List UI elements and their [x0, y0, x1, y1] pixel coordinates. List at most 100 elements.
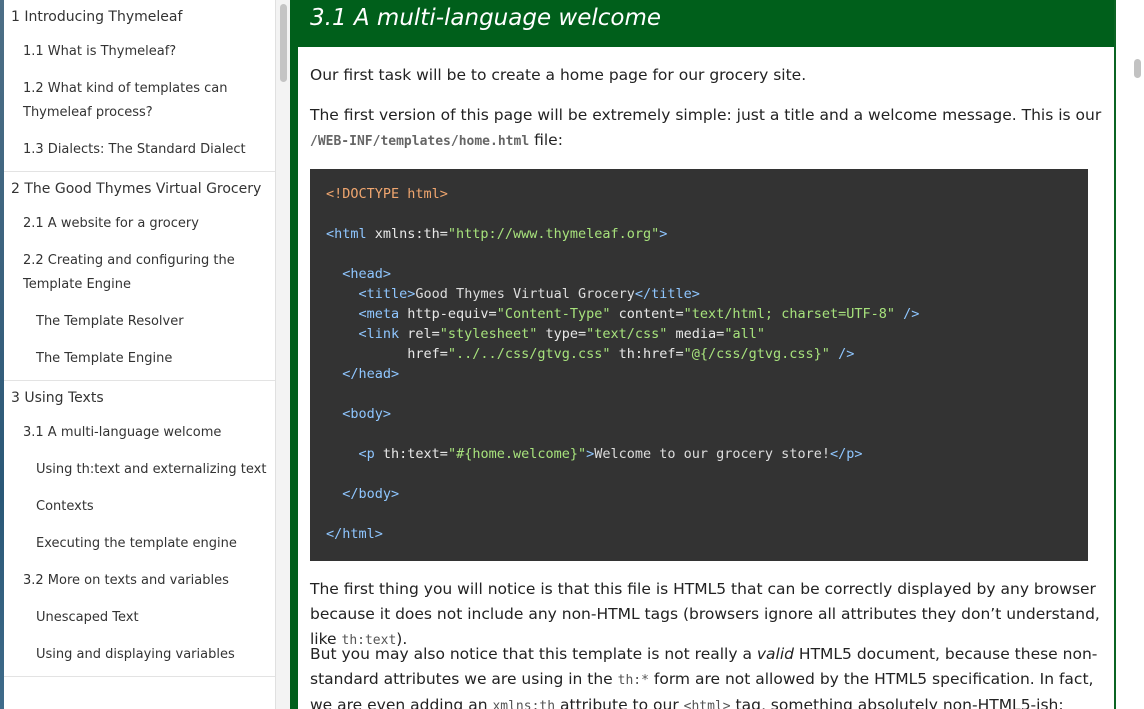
code-token: xmlns:th=	[366, 226, 448, 242]
toc-link[interactable]: 1.3 Dialects: The Standard Dialect	[4, 134, 275, 171]
code-token: </head>	[342, 366, 400, 382]
section-header: 3.1 A multi-language welcome	[298, 0, 1114, 47]
code-token: />	[894, 306, 920, 322]
code-line: <link rel="stylesheet" type="text/css" m…	[326, 324, 919, 344]
code-token: th:text=	[374, 446, 448, 462]
code-block: <!DOCTYPE html> <html xmlns:th="http://ww…	[310, 169, 1088, 561]
toc-section: 3 Using Texts 3.1 A multi-language welcom…	[4, 381, 275, 677]
toc-background: 1 Introducing Thymeleaf 1.1 What is Thyme…	[0, 0, 291, 709]
content-left-border	[290, 0, 298, 709]
toc-link[interactable]: The Template Resolver	[4, 306, 275, 343]
code-token: "all"	[724, 326, 765, 342]
code-line: <html xmlns:th="http://www.thymeleaf.org…	[326, 224, 919, 244]
code-line: </body>	[326, 484, 919, 504]
toc-section: 2 The Good Thymes Virtual Grocery 2.1 A w…	[4, 172, 275, 381]
emphasis-valid: valid	[756, 645, 794, 663]
toc-link[interactable]: 3 Using Texts	[4, 381, 275, 417]
toc-link[interactable]: 2.1 A website for a grocery	[4, 208, 275, 245]
code-line: </html>	[326, 524, 919, 544]
code-token: <meta	[358, 306, 400, 322]
toc-link[interactable]: Contexts	[4, 491, 275, 528]
code-token: <html	[326, 226, 367, 242]
code-token: "#{home.welcome}"	[447, 446, 587, 462]
toc-link[interactable]: The Template Engine	[4, 343, 275, 380]
code-token: content=	[610, 306, 684, 322]
code-token: </title>	[634, 286, 700, 302]
paragraph-intro: Our first task will be to create a home …	[310, 66, 807, 84]
toc-link[interactable]: 3.2 More on texts and variables	[4, 565, 275, 602]
code-token: Welcome to our grocery store!	[594, 446, 830, 462]
toc-link[interactable]: Unescaped Text	[4, 602, 275, 639]
code-token: "http://www.thymeleaf.org"	[447, 226, 660, 242]
code-token: type=	[537, 326, 587, 342]
toc-link[interactable]: 1.2 What kind of templates can Thymeleaf…	[4, 73, 275, 134]
text: attribute to our	[555, 696, 684, 709]
toc-scrollbar-thumb[interactable]	[280, 4, 287, 82]
main-content: 3.1 A multi-language welcome Our first t…	[298, 0, 1114, 709]
inline-code-th-star: th:*	[617, 673, 649, 688]
code-token: />	[829, 346, 855, 362]
code-line: <title>Good Thymes Virtual Grocery</titl…	[326, 284, 919, 304]
code-token: </html>	[326, 526, 383, 542]
toc-link[interactable]: 1 Introducing Thymeleaf	[4, 0, 275, 36]
toc-link[interactable]: 2.2 Creating and configuring the Templat…	[4, 245, 275, 306]
page-scrollbar-thumb[interactable]	[1134, 59, 1141, 78]
code-token: </p>	[829, 446, 863, 462]
code-token: "stylesheet"	[439, 326, 538, 342]
toc-link[interactable]: 1.1 What is Thymeleaf?	[4, 36, 275, 73]
code-listing: <!DOCTYPE html> <html xmlns:th="http://ww…	[326, 184, 919, 544]
code-token: "text/html; charset=UTF-8"	[683, 306, 895, 322]
code-token: "text/css"	[586, 326, 668, 342]
table-of-contents: 1 Introducing Thymeleaf 1.1 What is Thyme…	[4, 0, 275, 709]
code-token: <p	[358, 446, 375, 462]
code-token: http-equiv=	[399, 306, 497, 322]
code-line: <body>	[326, 404, 919, 424]
code-line: </head>	[326, 364, 919, 384]
toc-scrollbar[interactable]	[275, 0, 291, 709]
code-line: <!DOCTYPE html>	[326, 184, 919, 204]
code-token: rel=	[399, 326, 440, 342]
text: But you may also notice that this templa…	[310, 645, 757, 663]
content-right-border	[1114, 0, 1116, 709]
code-line: href="../../css/gtvg.css" th:href="@{/cs…	[326, 344, 919, 364]
code-token: Good Thymes Virtual Grocery	[415, 286, 635, 302]
toc-link[interactable]: Executing the template engine	[4, 528, 275, 565]
code-token: <link	[358, 326, 400, 342]
code-token: <title>	[358, 286, 416, 302]
code-token: th:href=	[610, 346, 684, 362]
toc-link[interactable]: 3.1 A multi-language welcome	[4, 417, 275, 454]
code-token: "Content-Type"	[496, 306, 611, 322]
code-token: <head>	[342, 266, 392, 282]
page-title: 3.1 A multi-language welcome	[310, 5, 662, 31]
code-token: "@{/css/gtvg.css}"	[683, 346, 830, 362]
paragraph-validity-note: But you may also notice that this templa…	[310, 642, 1114, 709]
code-token: media=	[667, 326, 725, 342]
toc-link[interactable]: 2 The Good Thymes Virtual Grocery	[4, 172, 275, 208]
code-token: >	[659, 226, 668, 242]
text: The first version of this page will be e…	[310, 106, 1102, 124]
text: tag, something absolutely non-HTML5-ish:	[730, 696, 1064, 709]
page-scrollbar[interactable]	[1130, 0, 1144, 709]
toc-link[interactable]: Using th:text and externalizing text	[4, 454, 275, 491]
code-token: <!DOCTYPE html>	[326, 186, 448, 202]
inline-code-html-tag: <html>	[683, 699, 731, 709]
code-token: href=	[407, 346, 448, 362]
inline-code-xmlns-th: xmlns:th	[492, 699, 556, 709]
toc-link[interactable]: Using and displaying variables	[4, 639, 275, 676]
text: file:	[529, 131, 563, 149]
code-token: "../../css/gtvg.css"	[447, 346, 611, 362]
code-line: <p th:text="#{home.welcome}">Welcome to …	[326, 444, 919, 464]
